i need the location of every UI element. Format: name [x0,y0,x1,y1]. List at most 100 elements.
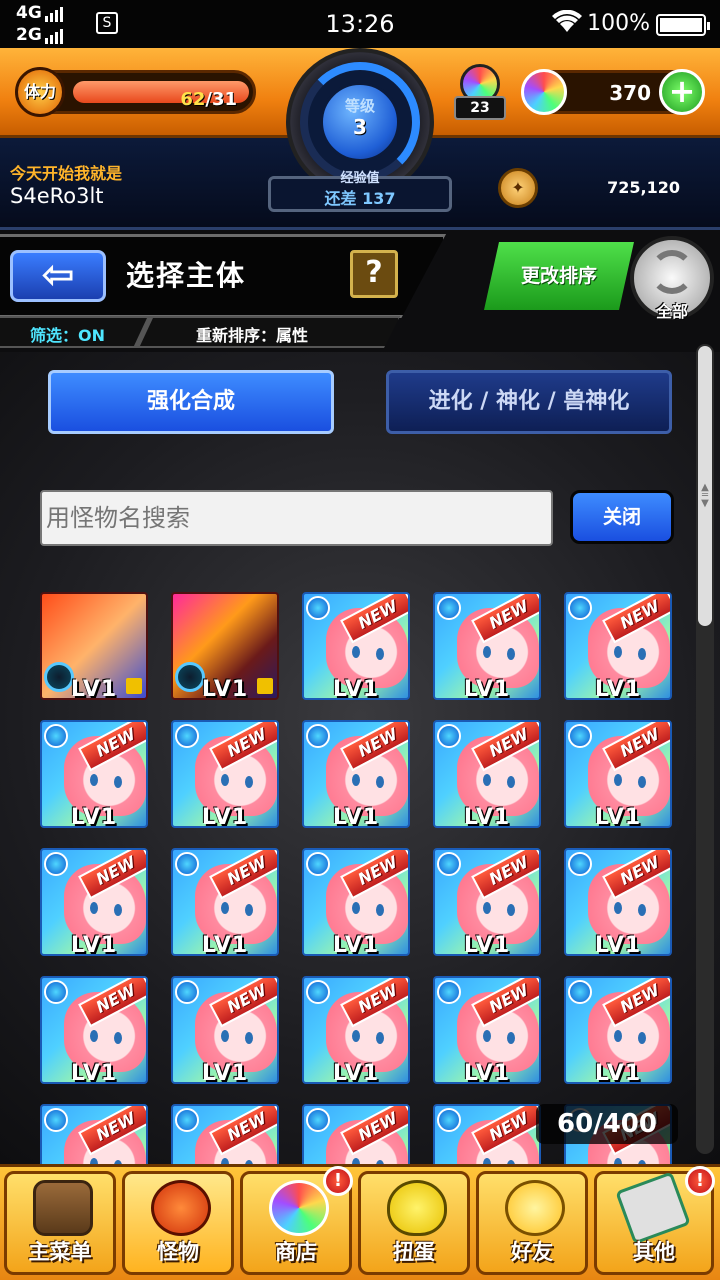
refresh-icon [650,250,694,294]
change-sort-button[interactable]: 更改排序 [484,242,634,310]
eye [483,646,491,658]
monster-card[interactable]: NEWLV1 [302,592,410,700]
water-attribute-icon [44,852,68,876]
monster-level: LV1 [594,1061,642,1084]
water-attribute-icon [44,980,68,1004]
nav-gacha[interactable]: 扭蛋 [358,1171,470,1275]
water-attribute-icon [437,724,461,748]
exp-remaining: 经验值 还差 137 [268,171,452,212]
monster-card[interactable]: NEWLV1 [40,976,148,1084]
coin-icon: ✦ [498,168,538,208]
monster-card[interactable]: NEWLV1 [40,1104,148,1164]
monster-card[interactable]: NEWLV1 [302,720,410,828]
nav-main-menu[interactable]: 主菜单 [4,1171,116,1275]
monster-level: LV1 [594,933,642,956]
eye [245,776,253,788]
monster-card[interactable]: NEWLV1 [433,1104,541,1164]
monster-card[interactable]: NEWLV1 [564,976,672,1084]
orb-counter[interactable]: 23 [452,60,508,124]
add-gems-button[interactable]: + [659,69,705,115]
nav-label: 其他 [633,1240,675,1264]
tab-evolve[interactable]: 进化 / 神化 / 兽神化 [386,370,672,434]
rainbow-orb-icon [269,1180,329,1236]
wifi-icon [552,9,582,34]
eye [483,902,491,914]
water-attribute-icon [175,852,199,876]
nav-label: 商店 [275,1240,317,1264]
alert-badge: ! [323,1166,353,1196]
eye [638,904,646,916]
eye [221,774,229,786]
alert-badge: ! [685,1166,715,1196]
monster-level: LV1 [332,805,380,828]
nav-shop[interactable]: 商店 ! [240,1166,353,1275]
stamina-value: 62/31 [180,89,237,110]
nav-monster[interactable]: 怪物 [122,1171,234,1275]
monster-card[interactable]: NEWLV1 [302,848,410,956]
bottom-nav: 主菜单 怪物 商店 ! 扭蛋 好友 其他 ! [0,1164,720,1280]
monster-search-input[interactable] [40,490,553,546]
sort-status[interactable]: 重新排序：属性 [196,322,308,346]
eye [245,1032,253,1044]
monster-card[interactable]: NEWLV1 [433,592,541,700]
water-attribute-icon [306,852,330,876]
water-attribute-icon [306,980,330,1004]
monster-card[interactable]: NEWLV1 [40,848,148,956]
monster-level: LV1 [332,1061,380,1084]
monster-card[interactable]: NEWLV1 [302,976,410,1084]
monster-card[interactable]: NEWLV1 [171,976,279,1084]
monster-card[interactable]: NEWLV1 [433,848,541,956]
monster-card[interactable]: NEWLV1 [564,592,672,700]
show-all-label: 全部 [655,302,688,321]
monster-card[interactable]: NEWLV1 [564,848,672,956]
tab-enhance[interactable]: 强化合成 [48,370,334,434]
help-button[interactable]: ? [350,250,398,298]
monster-card[interactable]: NEWLV1 [40,720,148,828]
water-attribute-icon [568,852,592,876]
water-attribute-icon [44,724,68,748]
eye [483,1030,491,1042]
nav-other[interactable]: 其他 ! [594,1166,715,1275]
eye [507,776,515,788]
monster-icon [151,1180,211,1236]
monster-level: LV1 [594,805,642,828]
back-button[interactable]: ⇦ [10,250,106,302]
close-search-button[interactable]: 关闭 [570,490,674,544]
nav-label: 怪物 [157,1240,199,1264]
water-attribute-icon [175,980,199,1004]
eye [638,1032,646,1044]
stamina-meter[interactable]: 体力 62/31 [15,67,256,117]
signpost-icon [615,1171,691,1245]
eye [90,1030,98,1042]
eye [507,904,515,916]
monster-card[interactable]: NEWLV1 [433,720,541,828]
filter-status[interactable]: 筛选：ON [30,322,105,346]
eye [90,774,98,786]
eye [114,904,122,916]
box-capacity: 60/400 [536,1104,678,1144]
nav-friends[interactable]: 好友 [476,1171,588,1275]
monster-card[interactable]: LV1 [171,592,279,700]
monster-level: LV1 [332,933,380,956]
monster-level: LV1 [594,677,642,700]
show-all-button[interactable]: 全部 [630,236,714,321]
monster-card[interactable]: NEWLV1 [171,1104,279,1164]
eye [352,774,360,786]
monster-card[interactable]: NEWLV1 [171,848,279,956]
monster-card[interactable]: NEWLV1 [433,976,541,1084]
eye [614,902,622,914]
monster-level: LV1 [463,933,511,956]
eye [614,774,622,786]
nav-label: 扭蛋 [393,1240,435,1264]
level-badge: 等级 3 [320,82,400,162]
exp-text: 还差 137 [324,189,396,208]
monster-card[interactable]: LV1 [40,592,148,700]
monster-card[interactable]: NEWLV1 [564,720,672,828]
monster-card[interactable]: NEWLV1 [171,720,279,828]
eye [376,1032,384,1044]
page-title: 选择主体 [126,259,247,292]
monster-level: LV1 [332,677,380,700]
monster-card[interactable]: NEWLV1 [302,1104,410,1164]
orb-count: 23 [454,96,506,120]
battery-level: 100% [587,11,650,36]
